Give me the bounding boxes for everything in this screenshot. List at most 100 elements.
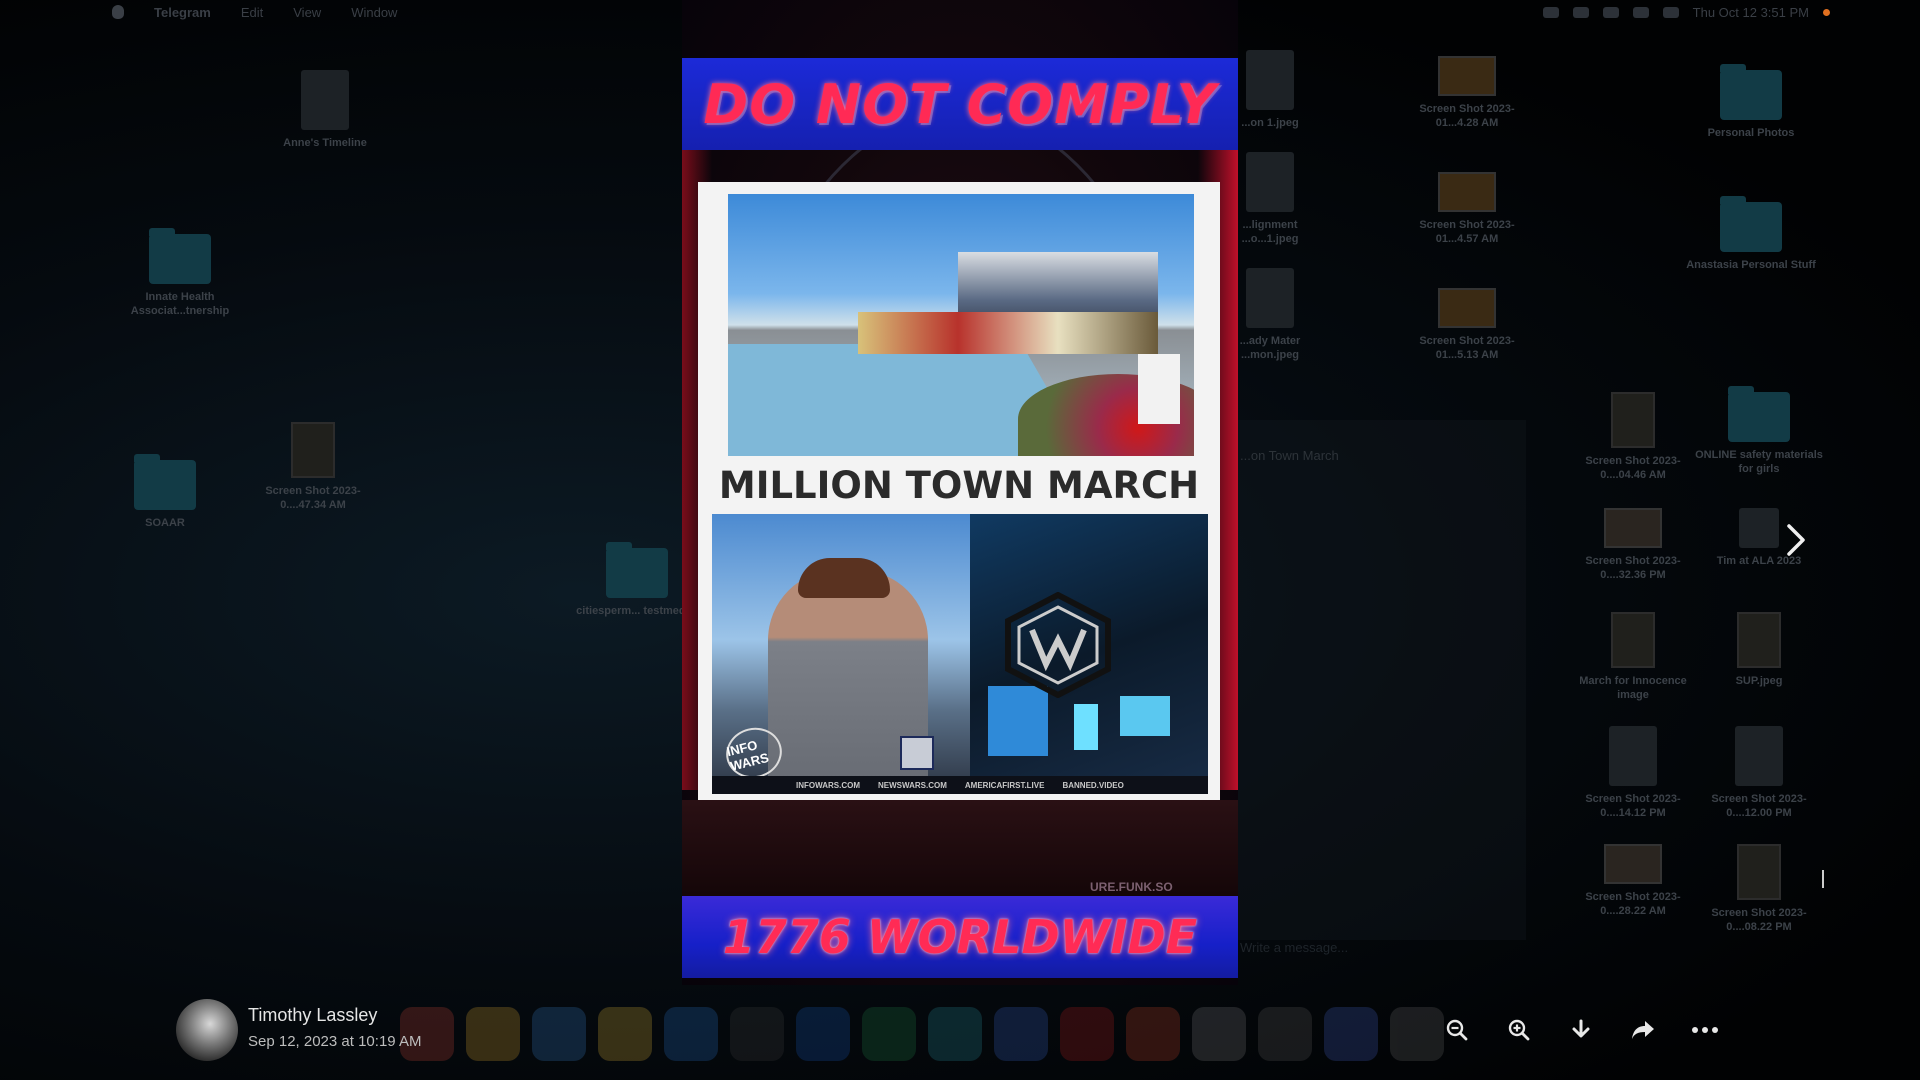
ticker-item: AMERICAFIRST.LIVE bbox=[964, 780, 1045, 790]
folder-icon bbox=[606, 542, 668, 598]
desktop-item-label: ...lignment ...o...1.jpeg bbox=[1241, 219, 1299, 245]
poster-headline: MILLION TOWN MARCH bbox=[718, 464, 1200, 507]
status-icon[interactable] bbox=[1572, 6, 1589, 18]
image-thumbnail-icon bbox=[1611, 392, 1655, 448]
spotlight-icon[interactable] bbox=[1662, 6, 1679, 18]
document-icon bbox=[301, 70, 349, 130]
dock-app-icon[interactable] bbox=[1324, 1007, 1378, 1061]
desktop-item[interactable]: Screen Shot 2023-0....12.00 PM bbox=[1694, 726, 1824, 820]
message-date: Sep 12, 2023 at 10:19 AM bbox=[248, 1033, 422, 1050]
desktop-item[interactable]: ...on 1.jpeg bbox=[1230, 50, 1310, 130]
document-icon bbox=[1246, 268, 1294, 328]
desktop-item-label: ...ady Mater ...mon.jpeg bbox=[1239, 335, 1301, 361]
next-media-button[interactable] bbox=[1776, 520, 1816, 560]
media-viewer-image[interactable]: DO NOT COMPLY MILLION TOWN MARCH INFO WA… bbox=[682, 0, 1238, 985]
desktop-item[interactable]: Screen Shot 2023-0....28.22 AM bbox=[1568, 844, 1698, 918]
folder-icon bbox=[1728, 386, 1790, 442]
top-banner: DO NOT COMPLY bbox=[682, 58, 1238, 150]
desktop-item[interactable]: Screen Shot 2023-0....47.34 AM bbox=[248, 422, 378, 512]
desktop-item-label: SOAAR bbox=[145, 517, 185, 529]
desktop-item-label: Screen Shot 2023-0....12.00 PM bbox=[1711, 793, 1807, 819]
screen-panel bbox=[1120, 696, 1170, 736]
desktop-item[interactable]: Screen Shot 2023-0....04.46 AM bbox=[1568, 392, 1698, 482]
desktop-item[interactable]: ...lignment ...o...1.jpeg bbox=[1230, 152, 1310, 246]
dock-app-icon[interactable] bbox=[1060, 1007, 1114, 1061]
bottom-banner-text: 1776 WORLDWIDE bbox=[722, 910, 1198, 964]
desktop-item-label: Screen Shot 2023-0....14.12 PM bbox=[1585, 793, 1681, 819]
folder-icon bbox=[149, 228, 211, 284]
document-icon bbox=[1246, 152, 1294, 212]
image-thumbnail-icon bbox=[1438, 172, 1496, 212]
desktop-item-label: Screen Shot 2023-01...4.57 AM bbox=[1419, 219, 1515, 245]
dock-app-icon[interactable] bbox=[862, 1007, 916, 1061]
document-icon bbox=[1609, 726, 1657, 786]
more-icon bbox=[1692, 1027, 1718, 1033]
text-cursor bbox=[1822, 870, 1824, 888]
forward-button[interactable] bbox=[1626, 1013, 1660, 1047]
dock-app-icon[interactable] bbox=[664, 1007, 718, 1061]
desktop-item[interactable]: Anne's Timeline bbox=[260, 70, 390, 150]
document-icon bbox=[1739, 508, 1779, 548]
dock-app-icon[interactable] bbox=[1126, 1007, 1180, 1061]
desktop-item-label: Screen Shot 2023-0....08.22 PM bbox=[1711, 907, 1807, 933]
dock-app-icon[interactable] bbox=[928, 1007, 982, 1061]
image-thumbnail-icon bbox=[1438, 288, 1496, 328]
folder-icon bbox=[1720, 64, 1782, 120]
apple-menu-icon[interactable] bbox=[112, 5, 124, 19]
document-icon bbox=[1246, 50, 1294, 110]
dock-app-icon[interactable] bbox=[730, 1007, 784, 1061]
menu-view[interactable]: View bbox=[293, 5, 321, 20]
dock-app-icon[interactable] bbox=[598, 1007, 652, 1061]
camera-icon[interactable] bbox=[1542, 6, 1559, 18]
avatar[interactable] bbox=[176, 999, 238, 1061]
screen-panel bbox=[1074, 704, 1098, 750]
background-chat-title: ...on Town March bbox=[1240, 448, 1339, 463]
viewer-toolbar bbox=[1440, 1012, 1722, 1048]
dock-app-icon[interactable] bbox=[466, 1007, 520, 1061]
menu-app-name[interactable]: Telegram bbox=[154, 5, 211, 20]
dock bbox=[400, 1000, 1520, 1068]
dock-app-icon[interactable] bbox=[1390, 1007, 1444, 1061]
dock-app-icon[interactable] bbox=[532, 1007, 586, 1061]
desktop-item[interactable]: ...ady Mater ...mon.jpeg bbox=[1230, 268, 1310, 362]
desktop-item-label: Screen Shot 2023-0....04.46 AM bbox=[1585, 455, 1681, 481]
more-button[interactable] bbox=[1688, 1013, 1722, 1047]
zoom-out-button[interactable] bbox=[1440, 1013, 1474, 1047]
desktop-item[interactable]: Screen Shot 2023-01...5.13 AM bbox=[1402, 288, 1532, 362]
desktop-item[interactable]: SOAAR bbox=[100, 454, 230, 530]
desktop-item[interactable]: SUP.jpeg bbox=[1694, 612, 1824, 688]
desktop-item[interactable]: Innate Health Associat...tnership bbox=[115, 228, 245, 318]
desktop-item[interactable]: Personal Photos bbox=[1686, 64, 1816, 140]
desktop-item[interactable]: Screen Shot 2023-01...4.57 AM bbox=[1402, 172, 1532, 246]
desktop-item[interactable]: Screen Shot 2023-0....08.22 PM bbox=[1694, 844, 1824, 934]
menu-window[interactable]: Window bbox=[351, 5, 397, 20]
battery-icon[interactable] bbox=[1602, 6, 1619, 18]
street-photo bbox=[728, 194, 1194, 456]
menu-clock[interactable]: Thu Oct 12 3:51 PM bbox=[1693, 5, 1809, 20]
dock-app-icon[interactable] bbox=[994, 1007, 1048, 1061]
zoom-in-button[interactable] bbox=[1502, 1013, 1536, 1047]
desktop-item-label: ...on 1.jpeg bbox=[1241, 117, 1299, 129]
wifi-icon[interactable] bbox=[1632, 6, 1649, 18]
desktop-item[interactable]: Screen Shot 2023-0....32.36 PM bbox=[1568, 508, 1698, 582]
desktop-item[interactable]: March for Innocence image bbox=[1568, 612, 1698, 702]
broadcast-still: INFO WARS INFOWARS.COM NEWSWARS.COM AMER… bbox=[712, 514, 1208, 794]
sender-name[interactable]: Timothy Lassley bbox=[248, 1005, 377, 1026]
desktop-item-label: March for Innocence image bbox=[1579, 675, 1687, 701]
document-icon bbox=[1735, 726, 1783, 786]
desktop-item[interactable]: Screen Shot 2023-01...4.28 AM bbox=[1402, 56, 1532, 130]
dock-app-icon[interactable] bbox=[1192, 1007, 1246, 1061]
download-button[interactable] bbox=[1564, 1013, 1598, 1047]
ticker-item: NEWSWARS.COM bbox=[878, 780, 947, 790]
desktop-item-label: Screen Shot 2023-0....32.36 PM bbox=[1585, 555, 1681, 581]
desktop-item[interactable]: ONLINE safety materials for girls bbox=[1694, 386, 1824, 476]
desktop-item-label: Personal Photos bbox=[1707, 127, 1795, 139]
dock-app-icon[interactable] bbox=[796, 1007, 850, 1061]
menu-edit[interactable]: Edit bbox=[241, 5, 263, 20]
desktop-item[interactable]: Screen Shot 2023-0....14.12 PM bbox=[1568, 726, 1698, 820]
menu-bar-status: Thu Oct 12 3:51 PM bbox=[1542, 0, 1830, 24]
dock-app-icon[interactable] bbox=[1258, 1007, 1312, 1061]
desktop-item[interactable]: Anastasia Personal Stuff bbox=[1686, 196, 1816, 272]
desktop-item-label: citiesperm... testmedi... bbox=[576, 605, 698, 617]
ticker-bar: INFOWARS.COM NEWSWARS.COM AMERICAFIRST.L… bbox=[712, 776, 1208, 794]
